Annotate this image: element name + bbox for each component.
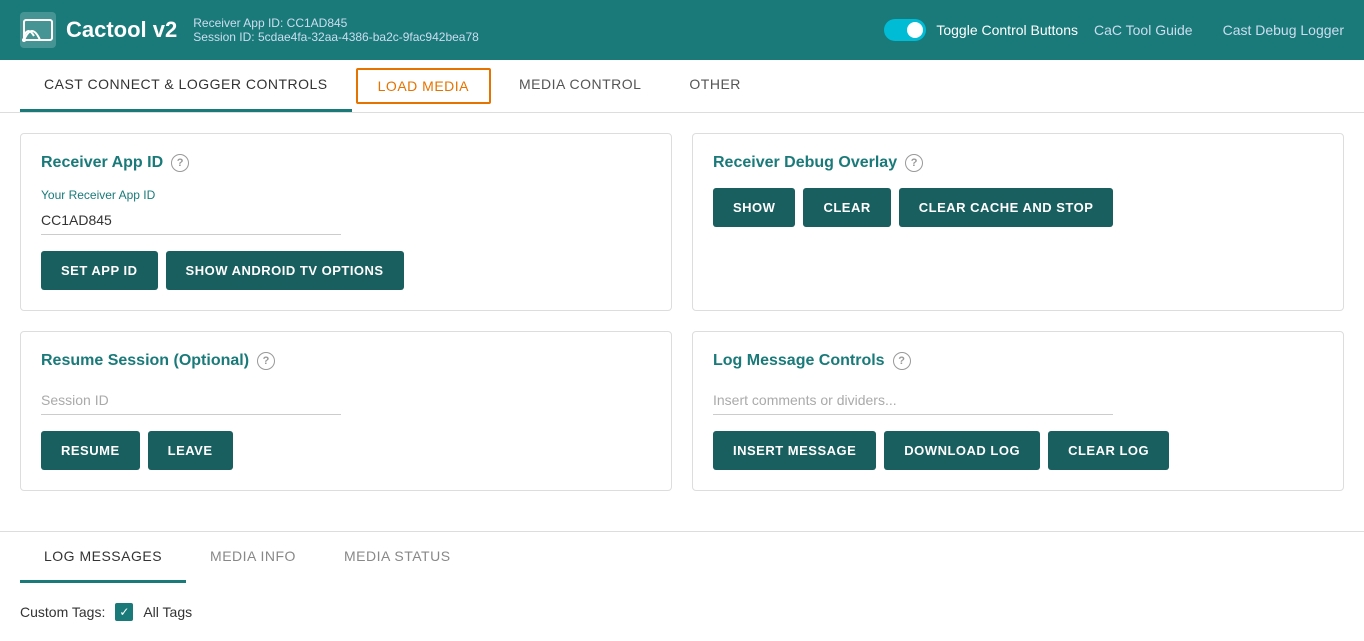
- app-header: Cactool v2 Receiver App ID: CC1AD845 Ses…: [0, 0, 1364, 60]
- all-tags-label: All Tags: [143, 604, 192, 620]
- leave-button[interactable]: LEAVE: [148, 431, 233, 470]
- nav-tabs: CAST CONNECT & LOGGER CONTROLS LOAD MEDI…: [0, 60, 1364, 113]
- resume-session-panel: Resume Session (Optional) ? RESUME LEAVE: [20, 331, 672, 491]
- bottom-content: Custom Tags: ✓ All Tags: [20, 583, 1344, 641]
- toggle-label: Toggle Control Buttons: [936, 22, 1078, 38]
- resume-session-buttons: RESUME LEAVE: [41, 431, 651, 470]
- log-comment-input[interactable]: [713, 386, 1113, 415]
- header-info: Receiver App ID: CC1AD845 Session ID: 5c…: [193, 16, 479, 44]
- set-app-id-button[interactable]: SET APP ID: [41, 251, 158, 290]
- receiver-app-id-panel: Receiver App ID ? Your Receiver App ID S…: [20, 133, 672, 311]
- tab-load-media[interactable]: LOAD MEDIA: [356, 68, 491, 104]
- custom-tags-label: Custom Tags:: [20, 604, 105, 620]
- receiver-app-id-help-icon[interactable]: ?: [171, 154, 189, 172]
- resume-session-help-icon[interactable]: ?: [257, 352, 275, 370]
- toggle-control-section: Toggle Control Buttons: [884, 19, 1078, 41]
- resume-button[interactable]: RESUME: [41, 431, 140, 470]
- cac-tool-guide-link[interactable]: CaC Tool Guide: [1094, 22, 1193, 38]
- log-message-controls-help-icon[interactable]: ?: [893, 352, 911, 370]
- receiver-app-id-title: Receiver App ID ?: [41, 154, 651, 172]
- main-content: Receiver App ID ? Your Receiver App ID S…: [0, 113, 1364, 531]
- receiver-app-id-info: Receiver App ID: CC1AD845: [193, 16, 479, 30]
- receiver-debug-overlay-title: Receiver Debug Overlay ?: [713, 154, 1323, 172]
- tab-media-info[interactable]: MEDIA INFO: [186, 532, 320, 583]
- tab-cast-connect[interactable]: CAST CONNECT & LOGGER CONTROLS: [20, 60, 352, 112]
- logo: Cactool v2: [20, 12, 177, 48]
- tab-log-messages[interactable]: LOG MESSAGES: [20, 532, 186, 583]
- log-message-buttons: INSERT MESSAGE DOWNLOAD LOG CLEAR LOG: [713, 431, 1323, 470]
- log-message-controls-panel: Log Message Controls ? INSERT MESSAGE DO…: [692, 331, 1344, 491]
- clear-log-button[interactable]: CLEAR LOG: [1048, 431, 1169, 470]
- clear-button[interactable]: CLEAR: [803, 188, 890, 227]
- receiver-debug-overlay-help-icon[interactable]: ?: [905, 154, 923, 172]
- panels-row-1: Receiver App ID ? Your Receiver App ID S…: [20, 133, 1344, 311]
- cast-debug-logger-link[interactable]: Cast Debug Logger: [1223, 22, 1344, 38]
- receiver-debug-overlay-buttons: SHOW CLEAR CLEAR CACHE AND STOP: [713, 188, 1323, 227]
- show-button[interactable]: SHOW: [713, 188, 795, 227]
- log-message-controls-title: Log Message Controls ?: [713, 352, 1323, 370]
- bottom-tabs-container: LOG MESSAGES MEDIA INFO MEDIA STATUS Cus…: [0, 531, 1364, 641]
- receiver-app-id-input[interactable]: [41, 206, 341, 235]
- receiver-app-id-input-label: Your Receiver App ID: [41, 188, 651, 202]
- receiver-app-id-buttons: SET APP ID SHOW ANDROID TV OPTIONS: [41, 251, 651, 290]
- session-id-info: Session ID: 5cdae4fa-32aa-4386-ba2c-9fac…: [193, 30, 479, 44]
- receiver-debug-overlay-panel: Receiver Debug Overlay ? SHOW CLEAR CLEA…: [692, 133, 1344, 311]
- insert-message-button[interactable]: INSERT MESSAGE: [713, 431, 876, 470]
- bottom-tabs: LOG MESSAGES MEDIA INFO MEDIA STATUS: [20, 532, 1344, 583]
- all-tags-checkbox[interactable]: ✓: [115, 603, 133, 621]
- cast-logo-icon: [20, 12, 56, 48]
- logo-text: Cactool v2: [66, 17, 177, 43]
- clear-cache-stop-button[interactable]: CLEAR CACHE AND STOP: [899, 188, 1114, 227]
- show-android-tv-button[interactable]: SHOW ANDROID TV OPTIONS: [166, 251, 404, 290]
- panels-row-2: Resume Session (Optional) ? RESUME LEAVE…: [20, 331, 1344, 491]
- tab-media-status[interactable]: MEDIA STATUS: [320, 532, 475, 583]
- tab-other[interactable]: OTHER: [665, 60, 765, 112]
- session-id-input[interactable]: [41, 386, 341, 415]
- toggle-switch[interactable]: [884, 19, 926, 41]
- download-log-button[interactable]: DOWNLOAD LOG: [884, 431, 1040, 470]
- resume-session-title: Resume Session (Optional) ?: [41, 352, 651, 370]
- header-links: CaC Tool Guide Cast Debug Logger: [1094, 22, 1344, 38]
- tab-media-control[interactable]: MEDIA CONTROL: [495, 60, 665, 112]
